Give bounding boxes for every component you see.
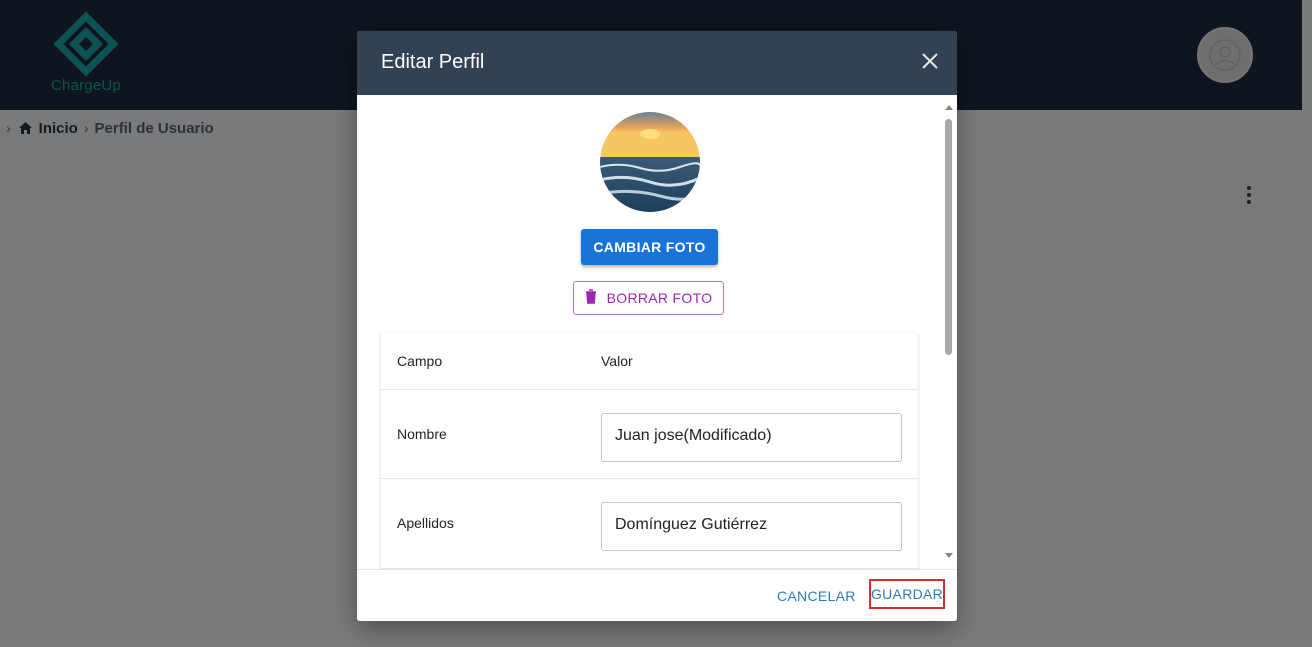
- profile-photo: [600, 112, 700, 212]
- scroll-down-icon[interactable]: [945, 553, 953, 558]
- cancel-button[interactable]: CANCELAR: [769, 580, 864, 612]
- edit-profile-dialog: Editar Perfil CAMBIAR FOTO BORRAR FOTO C…: [357, 31, 957, 621]
- delete-photo-button[interactable]: BORRAR FOTO: [573, 281, 724, 315]
- dialog-header: Editar Perfil: [357, 31, 957, 95]
- apellidos-input[interactable]: Domínguez Gutiérrez: [601, 502, 902, 551]
- scrollbar-thumb[interactable]: [945, 119, 952, 355]
- profile-table: Campo Valor Nombre Juan jose(Modificado)…: [381, 333, 918, 569]
- column-header-valor: Valor: [601, 353, 633, 369]
- scroll-up-icon[interactable]: [945, 105, 953, 110]
- trash-icon: [585, 289, 597, 307]
- close-icon[interactable]: [918, 49, 942, 73]
- nombre-input[interactable]: Juan jose(Modificado): [601, 413, 902, 462]
- dialog-title: Editar Perfil: [381, 51, 485, 73]
- dialog-content: CAMBIAR FOTO BORRAR FOTO Campo Valor Nom…: [357, 95, 957, 569]
- change-photo-button[interactable]: CAMBIAR FOTO: [581, 229, 718, 265]
- dialog-actions: CANCELAR GUARDAR: [357, 569, 957, 621]
- table-header-row: Campo Valor: [381, 333, 918, 390]
- save-button[interactable]: GUARDAR: [869, 579, 945, 609]
- field-label-nombre: Nombre: [397, 426, 447, 442]
- table-row: Nombre Juan jose(Modificado): [381, 390, 918, 479]
- column-header-campo: Campo: [397, 353, 443, 369]
- field-label-apellidos: Apellidos: [397, 515, 454, 531]
- dialog-scrollbar[interactable]: [943, 95, 955, 569]
- delete-photo-label: BORRAR FOTO: [606, 290, 713, 306]
- table-row: Apellidos Domínguez Gutiérrez: [381, 479, 918, 569]
